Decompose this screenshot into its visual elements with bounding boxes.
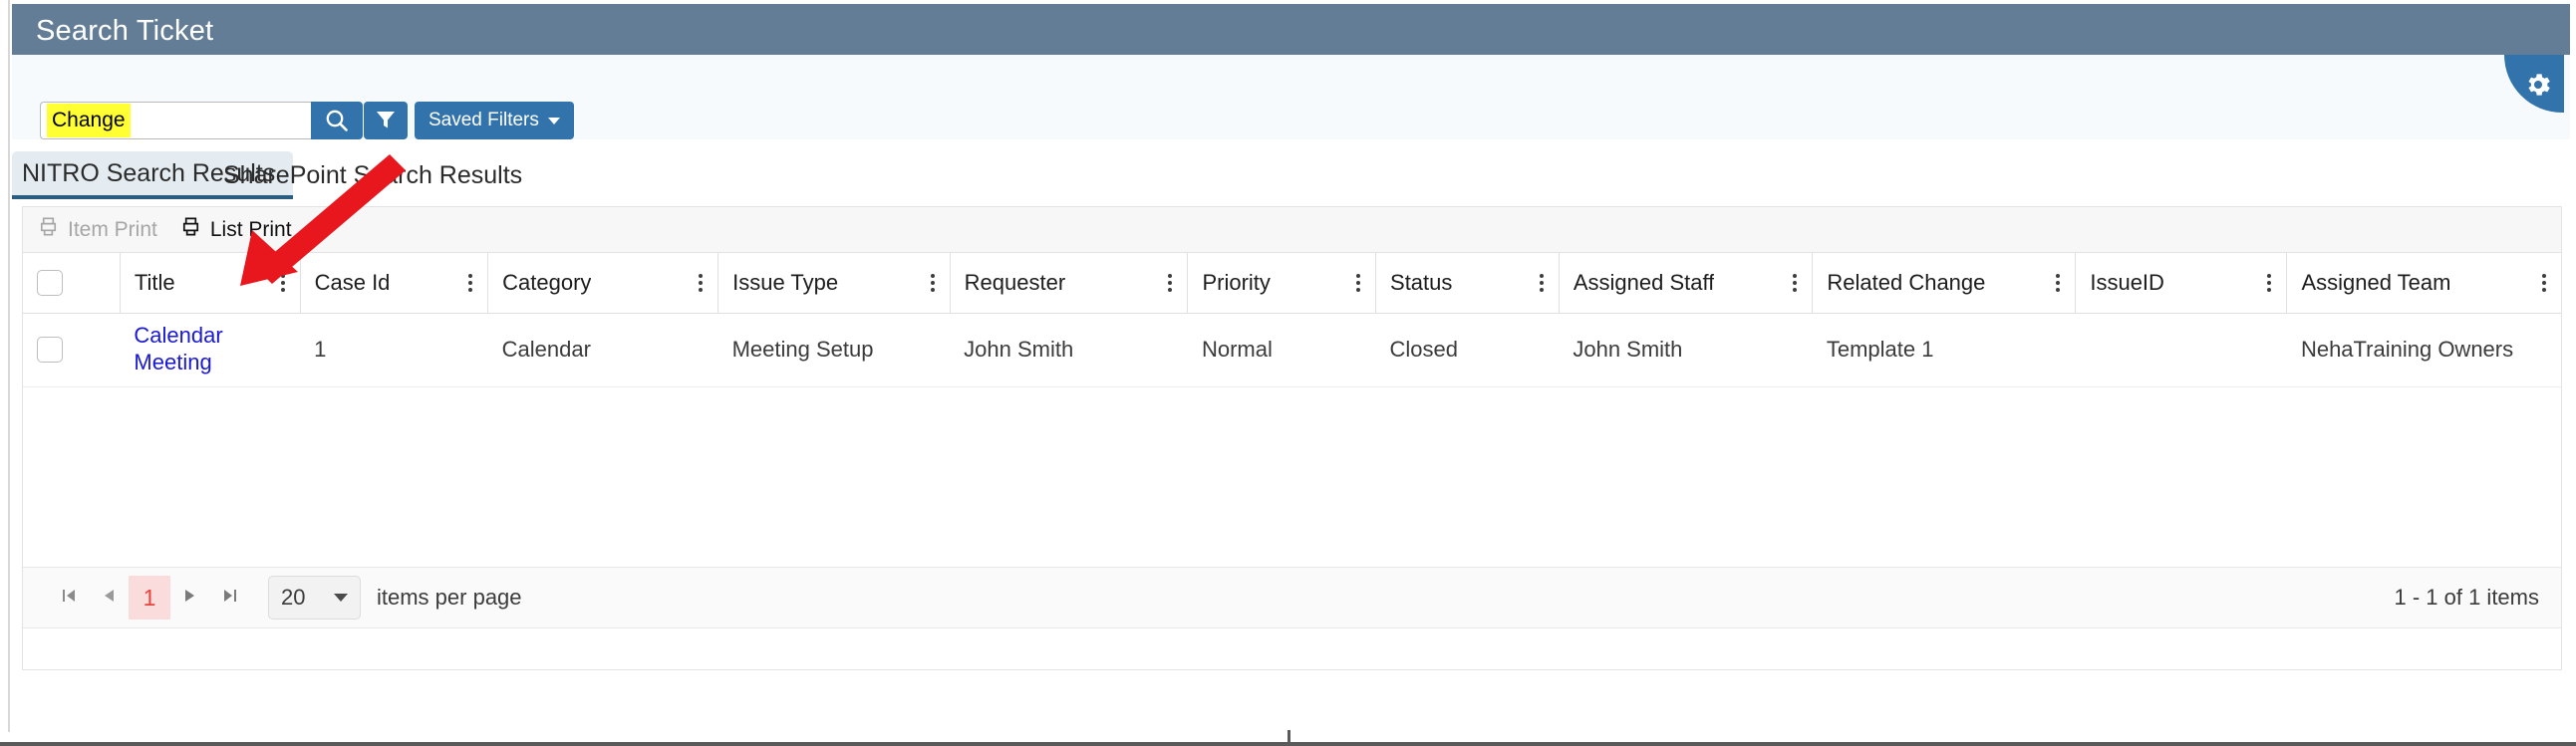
filter-button[interactable] — [364, 102, 408, 139]
column-header-status[interactable]: Status — [1375, 253, 1560, 314]
page-size-select[interactable]: 20 — [268, 576, 361, 620]
previous-page-icon — [99, 586, 119, 611]
chevron-down-icon — [547, 117, 560, 124]
column-menu-icon[interactable] — [274, 271, 292, 295]
column-header-label: Priority — [1202, 269, 1271, 295]
app-frame: Search Ticket Change Saved Filters NITRO… — [8, 0, 2570, 732]
cell-category: Calendar — [487, 313, 718, 387]
cell-related-change: Template 1 — [1812, 313, 2076, 387]
previous-page-button[interactable] — [89, 578, 129, 618]
cell-priority: Normal — [1187, 313, 1376, 387]
search-button[interactable] — [311, 102, 363, 139]
column-header-related-change[interactable]: Related Change — [1812, 253, 2077, 314]
results-card: Item Print List Print Title Case Id Cate… — [22, 206, 2562, 670]
funnel-icon — [375, 109, 397, 133]
cell-case-id: 1 — [300, 313, 488, 387]
column-menu-icon[interactable] — [1786, 271, 1804, 295]
list-print-button[interactable]: List Print — [179, 215, 292, 244]
search-input[interactable]: Change — [40, 102, 311, 139]
gear-icon — [2515, 68, 2553, 100]
column-header-title[interactable]: Title — [120, 253, 301, 314]
select-all-header — [23, 253, 121, 314]
tab-sharepoint-search-results[interactable]: SharePoint Search Results — [209, 151, 536, 199]
last-page-icon — [220, 586, 240, 611]
column-menu-icon[interactable] — [692, 271, 710, 295]
column-menu-icon[interactable] — [461, 271, 479, 295]
column-header-issue-type[interactable]: Issue Type — [717, 253, 951, 314]
printer-icon — [179, 215, 202, 244]
search-group: Change — [40, 102, 363, 139]
column-header-label: Assigned Staff — [1573, 269, 1715, 295]
column-header-label: Requester — [964, 269, 1066, 295]
saved-filters-label: Saved Filters — [429, 110, 539, 130]
column-header-label: IssueID — [2090, 269, 2164, 295]
column-header-issueid[interactable]: IssueID — [2075, 253, 2288, 314]
window-bottom-chrome — [0, 730, 2576, 746]
pager: 1 20 items per page 1 - 1 of 1 items — [23, 567, 2561, 628]
page-number-1[interactable]: 1 — [129, 576, 170, 620]
saved-filters-button[interactable]: Saved Filters — [415, 102, 574, 139]
item-print-button[interactable]: Item Print — [37, 215, 157, 244]
results-grid: Title Case Id Category Issue Type Reques… — [23, 253, 2561, 387]
column-header-label: Issue Type — [732, 269, 839, 295]
results-tabs: NITRO Search Results SharePoint Search R… — [12, 151, 2570, 199]
first-page-icon — [59, 586, 79, 611]
column-header-label: Status — [1390, 269, 1453, 295]
column-header-requester[interactable]: Requester — [950, 253, 1189, 314]
column-header-case-id[interactable]: Case Id — [300, 253, 489, 314]
page-title: Search Ticket — [36, 15, 214, 47]
results-table: Title Case Id Category Issue Type Reques… — [23, 253, 2561, 387]
ticket-title-link[interactable]: Calendar Meeting — [134, 323, 222, 374]
column-menu-icon[interactable] — [1533, 271, 1551, 295]
row-checkbox[interactable] — [37, 337, 63, 363]
select-all-checkbox[interactable] — [37, 269, 63, 296]
column-menu-icon[interactable] — [2260, 271, 2278, 295]
column-header-priority[interactable]: Priority — [1187, 253, 1377, 314]
column-header-label: Assigned Team — [2301, 269, 2451, 295]
column-menu-icon[interactable] — [2049, 271, 2067, 295]
column-header-label: Case Id — [314, 269, 391, 295]
printer-icon — [37, 215, 60, 244]
list-print-label: List Print — [209, 217, 292, 241]
column-menu-icon[interactable] — [924, 271, 942, 295]
items-per-page-label: items per page — [377, 585, 522, 610]
next-page-button[interactable] — [170, 578, 210, 618]
window-title-bar: Search Ticket — [12, 4, 2570, 55]
chevron-down-icon — [334, 594, 348, 602]
cell-assigned-staff: John Smith — [1559, 313, 1813, 387]
tab-label: SharePoint Search Results — [223, 160, 523, 189]
search-query-token: Change — [47, 104, 131, 137]
column-menu-icon[interactable] — [2535, 271, 2553, 295]
print-toolbar: Item Print List Print — [23, 207, 2561, 253]
page-number-label: 1 — [143, 584, 156, 611]
cell-assigned-team: NehaTraining Owners — [2286, 313, 2561, 387]
table-header-row: Title Case Id Category Issue Type Reques… — [23, 253, 2561, 314]
table-row: Calendar Meeting 1 Calendar Meeting Setu… — [23, 313, 2561, 387]
next-page-icon — [180, 586, 200, 611]
pager-summary: 1 - 1 of 1 items — [2394, 585, 2539, 610]
cell-requester: John Smith — [950, 313, 1188, 387]
search-icon — [324, 108, 350, 133]
item-print-label: Item Print — [68, 217, 157, 241]
column-header-category[interactable]: Category — [487, 253, 719, 314]
search-panel: Change Saved Filters — [12, 55, 2570, 139]
column-header-label: Title — [134, 269, 175, 295]
cell-status: Closed — [1375, 313, 1560, 387]
page-size-value: 20 — [281, 585, 306, 610]
cell-issue-type: Meeting Setup — [717, 313, 951, 387]
column-header-label: Category — [502, 269, 592, 295]
column-header-assigned-team[interactable]: Assigned Team — [2286, 253, 2561, 314]
column-header-label: Related Change — [1827, 269, 1986, 295]
cell-issueid — [2075, 313, 2287, 387]
row-select-cell — [23, 313, 121, 387]
screenshot-root: Search Ticket Change Saved Filters NITRO… — [0, 0, 2576, 746]
column-menu-icon[interactable] — [1349, 271, 1367, 295]
first-page-button[interactable] — [49, 578, 89, 618]
column-header-assigned-staff[interactable]: Assigned Staff — [1559, 253, 1814, 314]
column-menu-icon[interactable] — [1161, 271, 1179, 295]
cell-title: Calendar Meeting — [120, 313, 301, 387]
window-bottom-notch — [1288, 730, 1290, 742]
last-page-button[interactable] — [210, 578, 250, 618]
